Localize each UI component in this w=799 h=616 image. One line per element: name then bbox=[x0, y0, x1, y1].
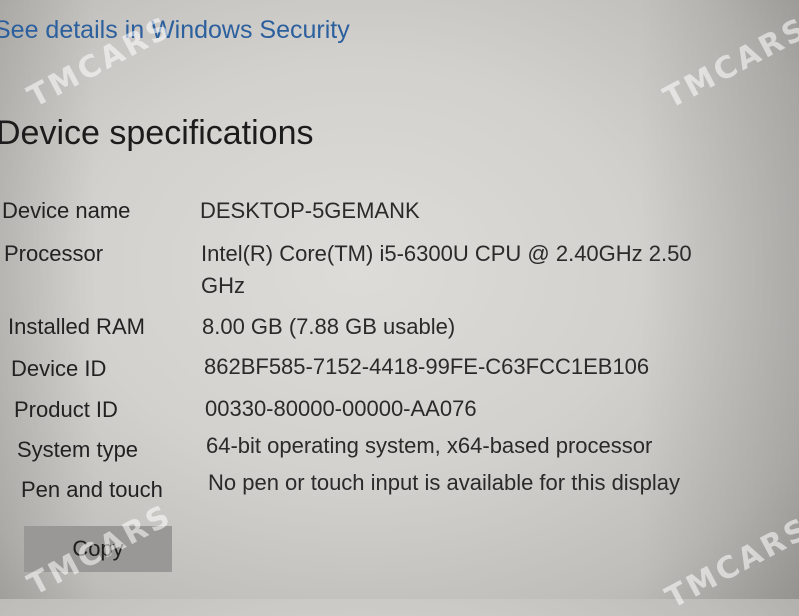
spec-value-processor-line2: GHz bbox=[201, 273, 245, 298]
screen-glare bbox=[0, 0, 799, 599]
spec-value-device-name: DESKTOP-5GEMANK bbox=[200, 198, 420, 223]
section-title: Device specifications bbox=[0, 114, 314, 152]
spec-value-pen-and-touch: No pen or touch input is available for t… bbox=[208, 470, 681, 495]
spec-label-pen-and-touch: Pen and touch bbox=[21, 477, 163, 502]
spec-label-processor: Processor bbox=[4, 241, 104, 266]
watermark-top-right: TMCARS bbox=[658, 10, 799, 116]
spec-value-product-id: 00330-80000-00000-AA076 bbox=[205, 396, 477, 421]
spec-value-system-type: 64-bit operating system, x64-based proce… bbox=[206, 433, 653, 458]
spec-label-installed-ram: Installed RAM bbox=[8, 314, 145, 339]
windows-security-link[interactable]: See details in Windows Security bbox=[0, 16, 350, 45]
copy-button[interactable]: Copy bbox=[24, 526, 172, 572]
spec-label-system-type: System type bbox=[17, 437, 139, 462]
spec-value-installed-ram: 8.00 GB (7.88 GB usable) bbox=[202, 314, 456, 339]
watermark-bottom-right: TMCARS bbox=[660, 510, 799, 616]
spec-value-processor: Intel(R) Core(TM) i5-6300U CPU @ 2.40GHz… bbox=[201, 241, 692, 266]
spec-label-device-id: Device ID bbox=[11, 356, 107, 381]
spec-value-device-id: 862BF585-7152-4418-99FE-C63FCC1EB106 bbox=[204, 354, 650, 379]
spec-label-product-id: Product ID bbox=[14, 397, 118, 422]
spec-label-device-name: Device name bbox=[2, 198, 131, 223]
